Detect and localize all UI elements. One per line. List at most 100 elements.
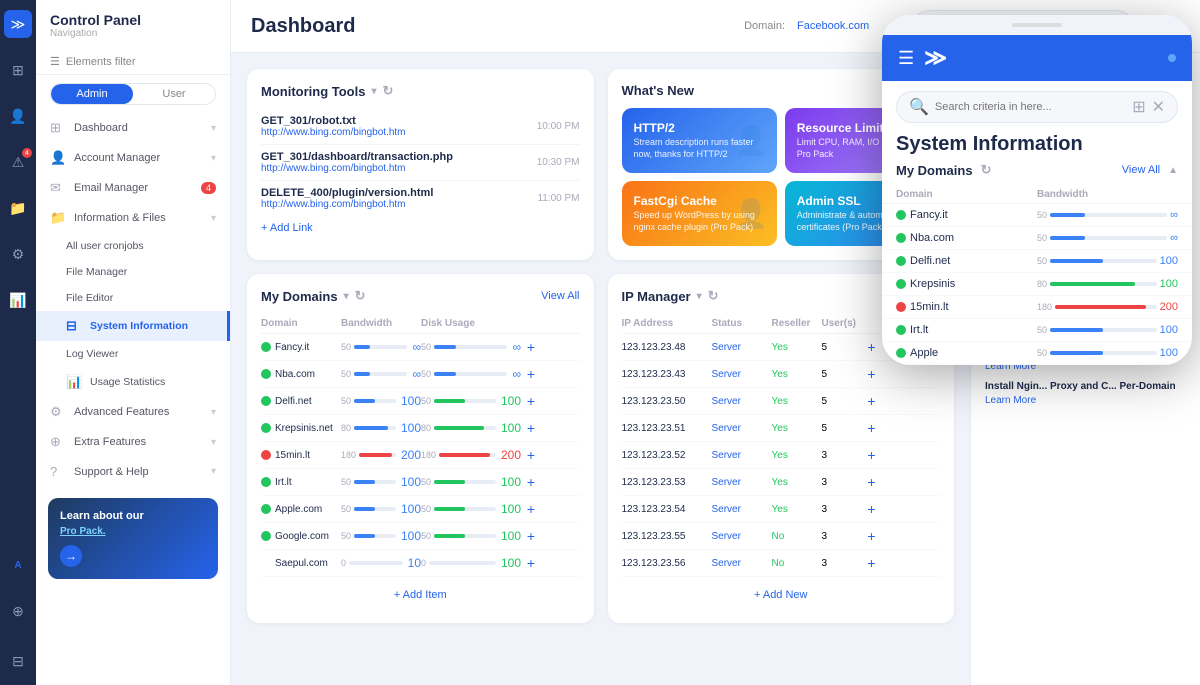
double-arrow-icon: ≫ [11, 16, 26, 33]
sidebar-icon-alert[interactable]: ⚠ 4 [4, 148, 32, 176]
nav-file-editor[interactable]: File Editor [36, 285, 230, 311]
ip-add-btn[interactable]: + [862, 501, 882, 517]
nav-system-info[interactable]: ⊟ System Information [36, 311, 230, 341]
ip-address: 123.123.23.48 [622, 342, 712, 353]
sidebar-icon-grid[interactable]: ⊞ [4, 56, 32, 84]
nav-usage-stats[interactable]: 📊 Usage Statistics [36, 367, 230, 397]
promo-cta[interactable]: → [60, 545, 82, 567]
sidebar-icon-arrow[interactable]: ≫ [4, 10, 32, 38]
bandwidth-cell: 50 100 [341, 502, 421, 516]
monitoring-url[interactable]: http://www.bing.com/bingbot.htm [261, 163, 537, 174]
domain-add-btn[interactable]: + [521, 528, 541, 544]
ip-add-btn[interactable]: + [862, 528, 882, 544]
sidebar-icon-admin[interactable]: A [4, 551, 32, 579]
ip-add-btn[interactable]: + [862, 366, 882, 382]
mobile-status-dot [896, 256, 906, 266]
nav-support-help[interactable]: ? Support & Help ▾ [36, 457, 230, 486]
mobile-bw-bar [1050, 282, 1157, 286]
mobile-domains-table: Fancy.it 50 ∞ Nba.com 50 ∞ Delfi.net 50 [882, 204, 1192, 365]
mobile-view-all[interactable]: View All [1122, 164, 1160, 176]
nav-info-files[interactable]: 📁 Information & Files ▾ [36, 203, 230, 233]
nav-extra-features[interactable]: ⊕ Extra Features ▾ [36, 427, 230, 457]
promo-link[interactable]: Pro Pack. [60, 526, 106, 537]
ip-row: 123.123.23.43 Server Yes 5 + [622, 361, 941, 388]
mobile-menu-icon[interactable]: ☰ [898, 48, 914, 69]
ip-status: Server [712, 531, 772, 542]
domain-add-btn[interactable]: + [521, 501, 541, 517]
add-ip-button[interactable]: + Add New [622, 581, 941, 609]
account-arrow: ▾ [211, 153, 216, 164]
nav-email-manager[interactable]: ✉ Email Manager 4 [36, 173, 230, 203]
nav-cronjobs[interactable]: All user cronjobs [36, 233, 230, 259]
domain-add-btn[interactable]: + [521, 474, 541, 490]
ip-add-btn[interactable]: + [862, 339, 882, 355]
mobile-bw-bar [1055, 305, 1157, 309]
sidebar-icon-user[interactable]: 👤 [4, 102, 32, 130]
domain-add-btn[interactable]: + [521, 555, 541, 571]
domain-row: Irt.lt 50 100 50 100 + [261, 469, 580, 496]
domain-value[interactable]: Facebook.com [797, 20, 869, 32]
icon-sidebar: ≫ ⊞ 👤 ⚠ 4 📁 ⚙ 📊 A ⊕ ⊟ [0, 0, 36, 685]
mobile-filter-icon[interactable]: ⊞ [1132, 97, 1145, 117]
monitoring-list: GET_301/robot.txt http://www.bing.com/bi… [261, 109, 580, 216]
nav-advanced-features[interactable]: ⚙ Advanced Features ▾ [36, 397, 230, 427]
ip-refresh-icon[interactable]: ↻ [708, 288, 719, 304]
domain-add-btn[interactable]: + [521, 393, 541, 409]
sidebar-icon-bottom[interactable]: ⊟ [4, 647, 32, 675]
tip-2-link[interactable]: Learn More [985, 395, 1036, 406]
mobile-bw-bar [1050, 351, 1157, 355]
sidebar-icon-plus[interactable]: ⊕ [4, 597, 32, 625]
add-link-button[interactable]: + Add Link [261, 222, 580, 234]
elements-filter[interactable]: ☰ Elements filter [36, 49, 230, 75]
ip-add-btn[interactable]: + [862, 447, 882, 463]
ip-address: 123.123.23.53 [622, 477, 712, 488]
ip-reseller: Yes [772, 396, 822, 407]
news-card[interactable]: FastCgi Cache Speed up WordPress by usin… [622, 181, 777, 246]
monitoring-url[interactable]: http://www.bing.com/bingbot.htm [261, 199, 537, 210]
ip-address: 123.123.23.50 [622, 396, 712, 407]
monitoring-chevron: ▾ [371, 86, 376, 97]
tab-admin[interactable]: Admin [51, 84, 133, 104]
domains-view-all[interactable]: View All [541, 290, 579, 302]
news-card-text: HTTP/2 Stream description runs faster no… [634, 121, 765, 160]
nav-account-manager[interactable]: 👤 Account Manager ▾ [36, 143, 230, 173]
domains-refresh-icon[interactable]: ↻ [355, 288, 366, 304]
domain-add-btn[interactable]: + [521, 366, 541, 382]
monitoring-url[interactable]: http://www.bing.com/bingbot.htm [261, 127, 537, 138]
mobile-settings-icon[interactable]: ✕ [1152, 97, 1165, 117]
ip-users: 5 [822, 396, 862, 407]
mobile-domains-refresh[interactable]: ↻ [981, 162, 992, 178]
bw-max: 10 [408, 556, 421, 570]
disk-cell: 50 100 [421, 394, 521, 408]
mobile-domain-row: Nba.com 50 ∞ [882, 227, 1192, 250]
mobile-sys-info: System Information [882, 133, 1192, 162]
nav-file-manager[interactable]: File Manager [36, 259, 230, 285]
mobile-domains-title: My Domains ↻ [896, 162, 991, 178]
domain-add-btn[interactable]: + [521, 420, 541, 436]
info-arrow: ▾ [211, 213, 216, 224]
nav-dashboard[interactable]: ⊞ Dashboard ▾ [36, 113, 230, 143]
ip-add-btn[interactable]: + [862, 555, 882, 571]
nav-header: Control Panel Navigation [36, 12, 230, 49]
tab-user[interactable]: User [133, 84, 215, 104]
news-card[interactable]: HTTP/2 Stream description runs faster no… [622, 108, 777, 173]
mobile-bw-max: 100 [1160, 324, 1178, 336]
ip-add-btn[interactable]: + [862, 393, 882, 409]
mobile-domain-name: Fancy.it [896, 209, 1037, 221]
ip-add-btn[interactable]: + [862, 474, 882, 490]
add-domain-button[interactable]: + Add Item [261, 581, 580, 609]
ip-address: 123.123.23.52 [622, 450, 712, 461]
monitoring-refresh-icon[interactable]: ↻ [383, 83, 394, 99]
disk-progress [434, 534, 496, 538]
ip-row: 123.123.23.54 Server Yes 3 + [622, 496, 941, 523]
promo-box[interactable]: Learn about our Pro Pack. → [48, 498, 218, 579]
sidebar-icon-folder[interactable]: 📁 [4, 194, 32, 222]
sidebar-icon-chart[interactable]: 📊 [4, 286, 32, 314]
sidebar-icon-gear[interactable]: ⚙ [4, 240, 32, 268]
ip-add-btn[interactable]: + [862, 420, 882, 436]
disk-max: 100 [501, 556, 521, 570]
domain-add-btn[interactable]: + [521, 447, 541, 463]
domain-add-btn[interactable]: + [521, 339, 541, 355]
mobile-search-input[interactable] [935, 101, 1126, 113]
nav-log-viewer[interactable]: Log Viewer [36, 341, 230, 367]
